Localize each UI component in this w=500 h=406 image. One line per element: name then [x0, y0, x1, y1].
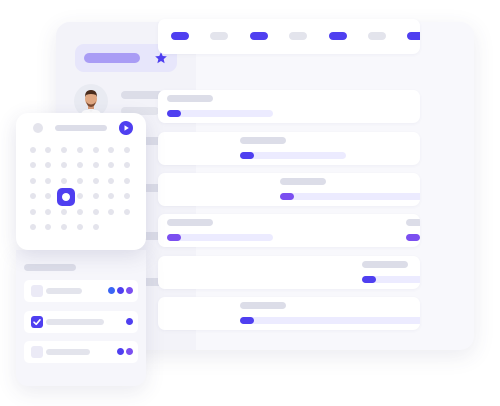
progress-fill — [240, 317, 254, 324]
status-dot — [108, 287, 115, 294]
row-title-placeholder — [167, 219, 213, 226]
tab-active[interactable] — [171, 32, 189, 40]
task-label-placeholder — [46, 288, 82, 294]
calendar-day[interactable] — [45, 178, 51, 184]
timeline-row[interactable] — [158, 90, 420, 123]
calendar-day[interactable] — [30, 209, 36, 215]
task-panel-title-placeholder — [24, 264, 76, 271]
calendar-day[interactable] — [93, 162, 99, 168]
calendar-day[interactable] — [77, 193, 83, 199]
selected-day-marker — [62, 193, 70, 201]
calendar-day[interactable] — [77, 162, 83, 168]
calendar-day[interactable] — [45, 209, 51, 215]
progress-fill — [406, 234, 420, 241]
calendar-day[interactable] — [124, 209, 130, 215]
row-title-placeholder — [362, 261, 408, 268]
status-dot — [126, 287, 133, 294]
timeline-row[interactable] — [158, 256, 420, 289]
progress-fill — [240, 152, 254, 159]
task-label-placeholder — [46, 319, 104, 325]
tab[interactable] — [289, 32, 307, 40]
calendar-day[interactable] — [93, 193, 99, 199]
calendar-day[interactable] — [61, 224, 67, 230]
calendar-day[interactable] — [124, 193, 130, 199]
tab-active[interactable] — [250, 32, 268, 40]
calendar-day[interactable] — [108, 209, 114, 215]
task-item[interactable] — [24, 341, 138, 363]
calendar-day[interactable] — [108, 162, 114, 168]
tab[interactable] — [368, 32, 386, 40]
calendar-day[interactable] — [30, 162, 36, 168]
calendar-day[interactable] — [77, 178, 83, 184]
sidebar-header-label-placeholder — [84, 53, 140, 63]
calendar-day[interactable] — [61, 147, 67, 153]
progress-fill — [280, 193, 294, 200]
calendar-status-indicator — [33, 123, 43, 133]
status-dot — [126, 318, 133, 325]
calendar-title-placeholder — [55, 125, 107, 131]
calendar-day[interactable] — [93, 224, 99, 230]
calendar-day[interactable] — [45, 162, 51, 168]
row-title-placeholder — [167, 95, 213, 102]
task-item[interactable] — [24, 311, 138, 333]
calendar-day[interactable] — [61, 162, 67, 168]
status-dot — [126, 348, 133, 355]
progress-track — [167, 110, 273, 117]
timeline-row[interactable] — [158, 297, 420, 330]
tab-active[interactable] — [329, 32, 347, 40]
calendar-day[interactable] — [108, 147, 114, 153]
progress-track — [240, 317, 420, 324]
check-icon — [33, 319, 41, 326]
tab[interactable] — [210, 32, 228, 40]
progress-track — [240, 152, 346, 159]
calendar-day[interactable] — [93, 147, 99, 153]
task-checkbox[interactable] — [31, 285, 43, 297]
progress-fill — [167, 110, 181, 117]
calendar-day[interactable] — [30, 193, 36, 199]
calendar-day[interactable] — [77, 224, 83, 230]
progress-fill — [362, 276, 376, 283]
progress-track — [167, 234, 273, 241]
task-label-placeholder — [46, 349, 90, 355]
task-checkbox[interactable] — [31, 316, 43, 328]
tabs-bar — [158, 19, 420, 54]
row-title-placeholder — [406, 219, 420, 226]
calendar-day[interactable] — [30, 178, 36, 184]
calendar-day[interactable] — [30, 224, 36, 230]
calendar-day[interactable] — [93, 209, 99, 215]
calendar-day[interactable] — [45, 224, 51, 230]
timeline-row[interactable] — [158, 173, 420, 206]
timeline-row[interactable] — [158, 214, 420, 247]
calendar-day[interactable] — [124, 178, 130, 184]
task-checkbox[interactable] — [31, 346, 43, 358]
status-dot — [117, 348, 124, 355]
selected-day[interactable] — [57, 188, 75, 206]
row-title-placeholder — [240, 137, 286, 144]
calendar-day[interactable] — [45, 147, 51, 153]
calendar-day[interactable] — [77, 147, 83, 153]
calendar-day[interactable] — [93, 178, 99, 184]
calendar-day[interactable] — [108, 193, 114, 199]
task-item[interactable] — [24, 280, 138, 302]
calendar-day[interactable] — [108, 178, 114, 184]
calendar-day[interactable] — [30, 147, 36, 153]
progress-track — [280, 193, 420, 200]
status-dot — [117, 287, 124, 294]
row-title-placeholder — [240, 302, 286, 309]
play-icon[interactable] — [119, 121, 133, 135]
progress-fill — [167, 234, 181, 241]
calendar-day[interactable] — [77, 209, 83, 215]
calendar-day[interactable] — [61, 209, 67, 215]
calendar-day[interactable] — [61, 178, 67, 184]
tab-active[interactable] — [407, 32, 420, 40]
timeline-row[interactable] — [158, 132, 420, 165]
calendar-day[interactable] — [124, 162, 130, 168]
calendar-day[interactable] — [45, 193, 51, 199]
calendar-day[interactable] — [124, 147, 130, 153]
row-title-placeholder — [280, 178, 326, 185]
